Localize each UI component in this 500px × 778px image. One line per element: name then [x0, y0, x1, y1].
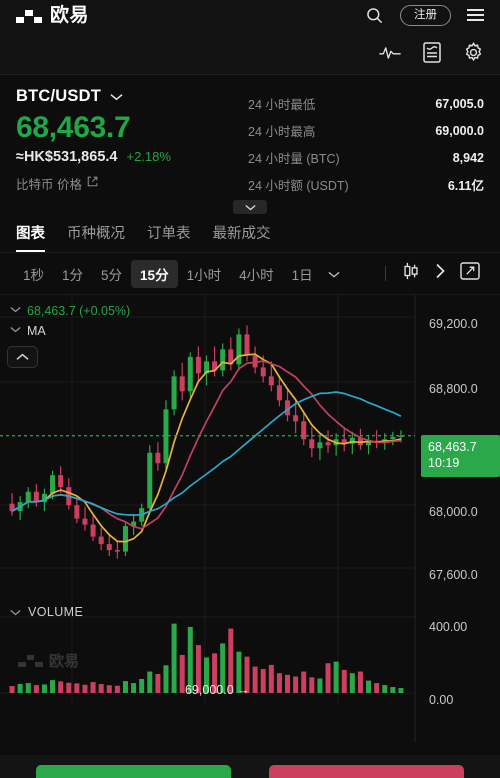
timeframe-1s[interactable]: 1秒 [14, 260, 53, 288]
hamburger-menu-icon[interactable] [467, 9, 484, 21]
chevron-up-icon [16, 353, 29, 360]
chevron-down-icon[interactable] [110, 88, 123, 106]
ticker-collapse-button[interactable] [233, 200, 267, 214]
last-price: 68,463.7 [16, 111, 131, 144]
stat-value: 6.11亿 [447, 179, 484, 193]
legend-price-row[interactable]: 68,463.7 (+0.05%) [10, 301, 130, 321]
timeframe-more-icon[interactable] [322, 262, 346, 286]
legend-ma-row[interactable]: MA [10, 321, 130, 341]
price-change-percent: +2.18% [126, 148, 171, 164]
volume-axis-tick: 400.00 [429, 620, 468, 634]
document-list-icon[interactable] [423, 42, 441, 63]
stat-row: 24 小时量 (BTC) 8,942 [248, 144, 484, 171]
annotation-high: 69,000.0 → [185, 683, 250, 697]
tab-order-book[interactable]: 订单表 [147, 222, 191, 252]
app-brand[interactable]: 欧易 [16, 6, 89, 25]
stat-value: 69,000.0 [435, 123, 484, 138]
stat-label: 24 小时额 (USDT) [248, 179, 349, 193]
timeframe-1d[interactable]: 1日 [283, 260, 322, 288]
fullscreen-expand-icon[interactable] [454, 259, 486, 288]
trade-action-bar [0, 755, 500, 778]
stat-row: 24 小时最低 67,005.0 [248, 90, 484, 117]
volume-label: VOLUME [28, 605, 84, 619]
volume-axis-tick: 0.00 [429, 693, 454, 707]
chevron-right-icon[interactable] [429, 260, 452, 287]
volume-legend[interactable]: VOLUME [10, 603, 83, 621]
search-icon[interactable] [365, 6, 384, 25]
fiat-price: ≈HK$531,865.4 [16, 148, 118, 165]
legend-price-value: 68,463.7 (+0.05%) [27, 304, 131, 318]
tab-recent-trades[interactable]: 最新成交 [213, 222, 271, 252]
ticker-primary: BTC/USDT 68,463.7 ≈HK$531,865.4 +2.18% 比… [16, 87, 248, 207]
ticker-panel: BTC/USDT 68,463.7 ≈HK$531,865.4 +2.18% 比… [0, 75, 500, 214]
pulse-indicator-icon[interactable] [379, 44, 401, 62]
gear-icon[interactable] [463, 42, 484, 63]
stat-label: 24 小时量 (BTC) [248, 152, 340, 166]
scroll-up-button[interactable] [7, 346, 38, 368]
chevron-down-icon[interactable] [10, 326, 21, 336]
chevron-down-icon[interactable] [10, 603, 21, 621]
legend-ma-label: MA [27, 324, 46, 338]
price-axis[interactable]: 69,200.0 68,800.0 68,000.0 67,600.0 400.… [415, 295, 500, 778]
current-price-tag: 68,463.7 10:19 [421, 435, 500, 477]
sell-button[interactable] [269, 765, 464, 778]
price-axis-tick: 69,200.0 [429, 317, 478, 331]
chart-area[interactable]: 68,463.7 (+0.05%) MA 69,000.0 → ← 67,642… [0, 295, 500, 778]
chart-legend: 68,463.7 (+0.05%) MA [10, 301, 130, 341]
register-button[interactable]: 注册 [400, 4, 451, 27]
timeframe-1m[interactable]: 1分 [53, 260, 92, 288]
chevron-down-icon [244, 204, 256, 210]
price-axis-tick: 68,000.0 [429, 505, 478, 519]
section-tabs: 图表 币种概况 订单表 最新成交 [0, 213, 500, 253]
coin-price-label: 比特币 价格 [16, 177, 82, 192]
okx-logo-icon [16, 9, 42, 23]
chevron-down-icon[interactable] [10, 306, 21, 316]
buy-button[interactable] [36, 765, 231, 778]
timeframe-bar: 1秒 1分 5分 15分 1小时 4小时 1日 [0, 253, 500, 295]
current-price-time: 10:19 [428, 456, 460, 470]
stat-label: 24 小时最高 [248, 125, 316, 139]
chart-toolbar [0, 31, 500, 75]
brand-name: 欧易 [50, 5, 90, 26]
stat-label: 24 小时最低 [248, 98, 316, 112]
timeframe-4h[interactable]: 4小时 [230, 260, 283, 288]
pair-name: BTC/USDT [16, 87, 102, 105]
timeframe-15m[interactable]: 15分 [131, 259, 178, 288]
tab-chart[interactable]: 图表 [16, 222, 45, 252]
stat-row: 24 小时额 (USDT) 6.11亿 [248, 171, 484, 198]
timeframe-5m[interactable]: 5分 [92, 260, 131, 288]
external-link-icon[interactable] [87, 176, 98, 190]
stat-value: 67,005.0 [435, 96, 484, 111]
toolbar-divider [385, 266, 386, 281]
stat-row: 24 小时最高 69,000.0 [248, 117, 484, 144]
coin-price-link[interactable]: 比特币 价格 [16, 174, 248, 193]
candlestick-icon[interactable] [395, 259, 427, 288]
stat-value: 8,942 [452, 150, 484, 165]
price-axis-tick: 67,600.0 [429, 568, 478, 582]
pair-selector[interactable]: BTC/USDT [16, 87, 248, 106]
top-navigation-bar: 欧易 注册 [0, 0, 500, 31]
tab-coin-overview[interactable]: 币种概况 [67, 222, 125, 252]
price-axis-tick: 68,800.0 [429, 382, 478, 396]
trading-screen: 欧易 注册 BTC/USDT 68,463.7 ≈HK$531,865.4 +2… [0, 0, 500, 778]
timeframe-1h[interactable]: 1小时 [178, 260, 231, 288]
current-price-value: 68,463.7 [428, 440, 477, 455]
ticker-stats: 24 小时最低 67,005.0 24 小时最高 69,000.0 24 小时量… [248, 87, 484, 207]
